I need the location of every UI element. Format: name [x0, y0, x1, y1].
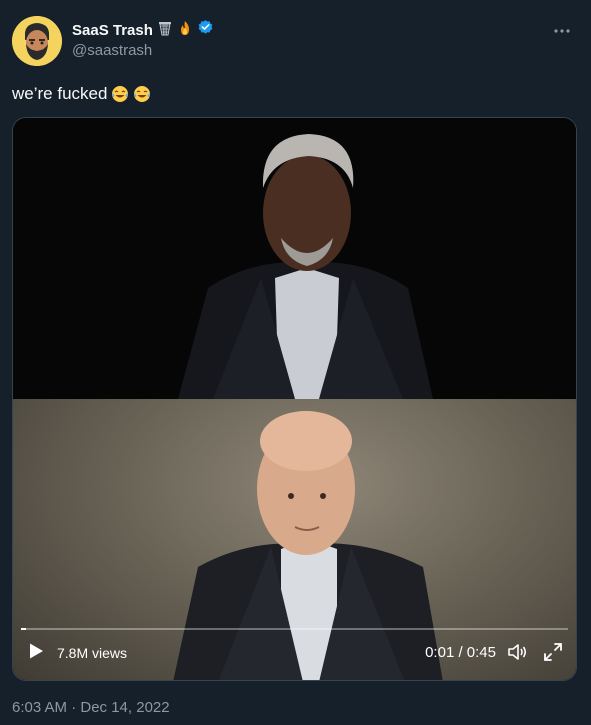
avatar[interactable] — [12, 16, 62, 66]
tweet-text: we’re fucked — [12, 84, 151, 104]
more-options-icon[interactable] — [553, 22, 571, 45]
video-frame-top — [13, 118, 576, 399]
user-handle[interactable]: @saastrash — [72, 42, 214, 59]
volume-icon[interactable] — [506, 641, 528, 663]
tears-of-joy-icon — [111, 85, 129, 103]
display-name-row: SaaS Trash — [72, 20, 214, 40]
verified-icon — [197, 19, 214, 41]
fire-icon — [177, 20, 193, 40]
user-names: SaaS Trash @saastrash — [72, 20, 214, 59]
play-icon[interactable] — [27, 642, 45, 660]
basket-icon — [157, 20, 173, 40]
tears-of-joy-icon — [133, 85, 151, 103]
display-name[interactable]: SaaS Trash — [72, 22, 153, 39]
video-time: 0:01 / 0:45 — [425, 644, 496, 661]
view-count: 7.8M views — [57, 645, 128, 661]
video-controls: 7.8M views 0:01 / 0:45 — [13, 628, 576, 680]
tweet-body: we’re fucked — [12, 84, 108, 103]
fullscreen-icon[interactable] — [542, 641, 564, 663]
tweet-timestamp[interactable]: 6:03 AM · Dec 14, 2022 — [12, 699, 170, 716]
video-player[interactable]: 7.8M views 0:01 / 0:45 — [12, 117, 577, 681]
tweet-header: SaaS Trash @saastrash — [12, 16, 579, 72]
